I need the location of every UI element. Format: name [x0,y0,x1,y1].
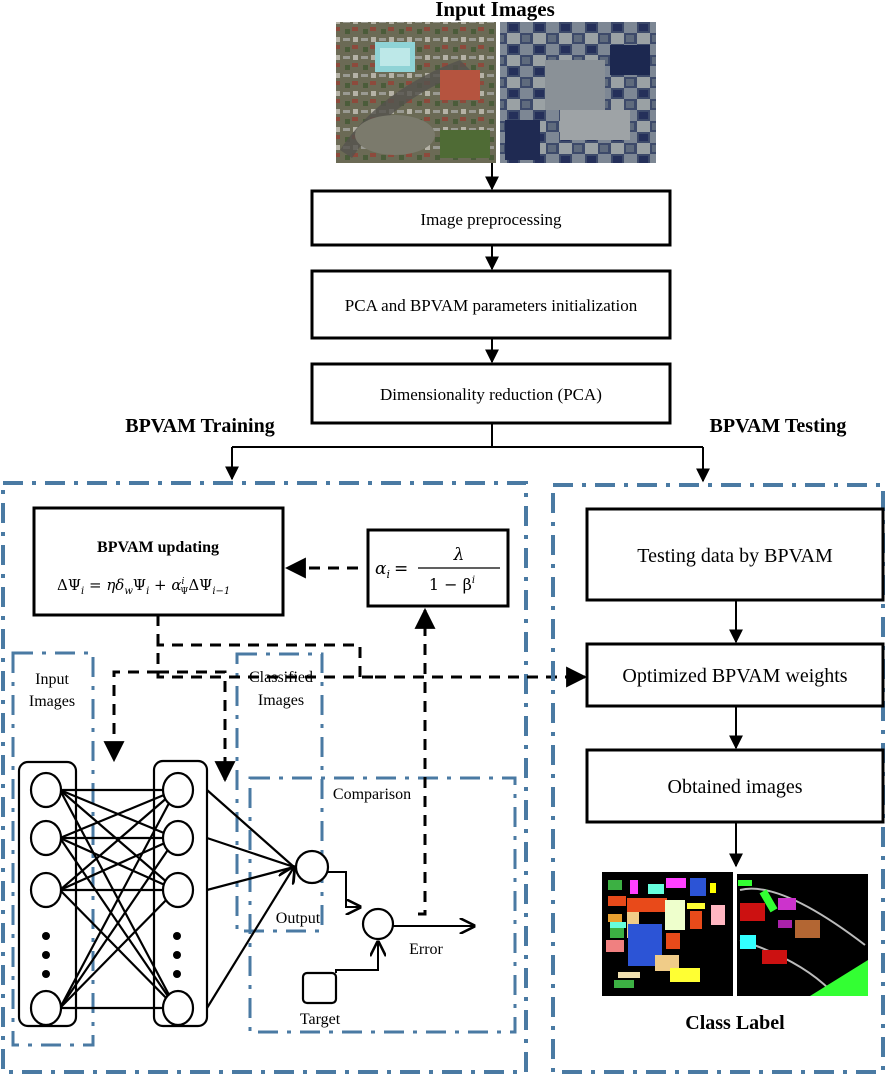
bpvam-flowchart: Input Images Image preprocessing PCA and… [1,0,885,1074]
branch-connector [225,423,710,483]
step-label: Obtained images [668,776,803,798]
alpha-formula-box: αi = λ 1 − βi [366,528,510,608]
input-neuron [29,871,63,909]
comparison-label: Comparison [333,786,411,803]
class-map-indian-pines [602,872,733,996]
input-image-agricultural [500,22,656,163]
step-label: Testing data by BPVAM [637,545,833,567]
step-dimensionality-reduction: Dimensionality reduction (PCA) [310,362,672,425]
step-optimized-weights: Optimized BPVAM weights [585,642,885,708]
input-subpanel-label-2: Images [29,693,75,710]
bpvam-updating-box: BPVAM updating ΔΨi = ηδwΨi + αi ΨΔΨi−1 [32,506,285,617]
hidden-neuron [161,819,195,857]
input-neuron [29,771,63,809]
hidden-ellipsis [173,932,181,978]
step-image-preprocessing: Image preprocessing [310,189,672,247]
hidden-neuron [161,871,195,909]
step-label: Optimized BPVAM weights [622,665,847,687]
output-node [294,849,330,885]
input-image-urban [336,22,496,163]
testing-title: BPVAM Testing [710,415,847,437]
alpha-denominator: 1 − βi [429,575,475,594]
class-label-caption: Class Label [685,1012,785,1034]
output-label: Output [276,910,321,927]
input-neuron [29,819,63,857]
alpha-numerator: λ [453,545,465,565]
bpvam-updating-title: BPVAM updating [97,539,219,556]
step-label: Dimensionality reduction (PCA) [380,385,602,404]
step-label: Image preprocessing [420,210,562,229]
hidden-neuron [161,989,195,1027]
input-neuron [29,989,63,1027]
step-pca-initialization: PCA and BPVAM parameters initialization [310,269,672,340]
class-map-pavia-university [737,874,868,996]
step-obtained-images: Obtained images [585,748,885,824]
training-title: BPVAM Training [125,415,274,437]
input-images-title: Input Images [435,0,555,21]
error-label: Error [409,941,443,958]
hidden-neuron [161,771,195,809]
classified-subpanel-label-2: Images [258,692,304,709]
comparison-subpanel [248,776,517,1034]
target-node [301,971,338,1005]
input-ellipsis [42,932,50,978]
target-label: Target [300,1011,341,1028]
step-label: PCA and BPVAM parameters initialization [345,296,638,315]
input-subpanel-label-1: Input [35,671,69,688]
comparator-node [361,907,395,941]
step-testing-data: Testing data by BPVAM [585,507,885,602]
